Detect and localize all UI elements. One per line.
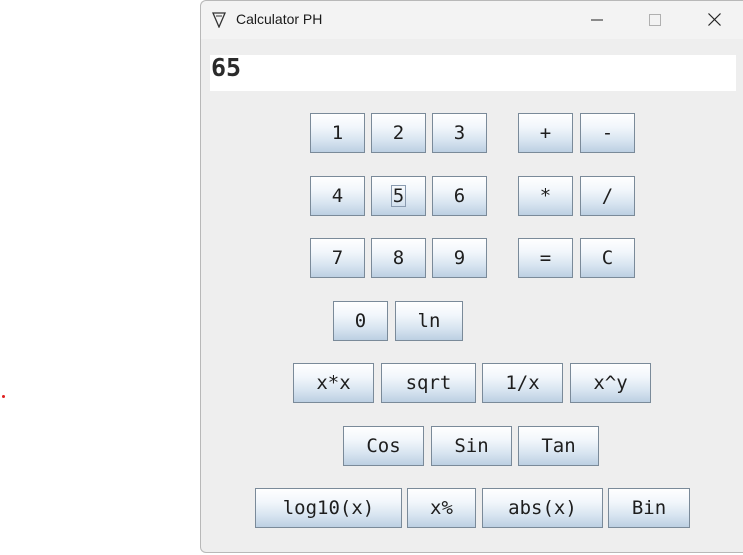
result-display[interactable]: 65: [210, 55, 736, 91]
digit-5-button[interactable]: 5: [371, 176, 426, 216]
digit-9-button[interactable]: 9: [432, 238, 487, 278]
cos-button[interactable]: Cos: [343, 426, 424, 466]
multiply-button[interactable]: *: [518, 176, 573, 216]
maximize-button[interactable]: [626, 1, 684, 39]
percent-button[interactable]: x%: [407, 488, 476, 528]
reciprocal-button[interactable]: 1/x: [482, 363, 563, 403]
digit-0-button[interactable]: 0: [333, 301, 388, 341]
digit-5-label: 5: [390, 185, 407, 207]
digit-1-button[interactable]: 1: [310, 113, 365, 153]
minimize-button[interactable]: [568, 1, 626, 39]
window-title: Calculator PH: [236, 11, 323, 27]
digit-8-button[interactable]: 8: [371, 238, 426, 278]
digit-2-button[interactable]: 2: [371, 113, 426, 153]
close-icon: [707, 11, 721, 30]
clear-button[interactable]: C: [580, 238, 635, 278]
bin-button[interactable]: Bin: [608, 488, 690, 528]
digit-3-button[interactable]: 3: [432, 113, 487, 153]
app-icon: [211, 12, 227, 29]
ln-button[interactable]: ln: [395, 301, 463, 341]
square-button[interactable]: x*x: [293, 363, 374, 403]
sin-button[interactable]: Sin: [431, 426, 512, 466]
log10-button[interactable]: log10(x): [255, 488, 402, 528]
stray-red-dot: [2, 395, 5, 398]
maximize-icon: [649, 11, 661, 30]
equals-button[interactable]: =: [518, 238, 573, 278]
digit-6-button[interactable]: 6: [432, 176, 487, 216]
minimize-icon: [591, 11, 603, 30]
abs-button[interactable]: abs(x): [482, 488, 603, 528]
minus-button[interactable]: -: [580, 113, 635, 153]
digit-4-button[interactable]: 4: [310, 176, 365, 216]
divide-button[interactable]: /: [580, 176, 635, 216]
sqrt-button[interactable]: sqrt: [381, 363, 476, 403]
calculator-window: Calculator PH 65 1 2 3 + - 4 5 6 * / 7 8…: [200, 0, 743, 553]
digit-7-button[interactable]: 7: [310, 238, 365, 278]
plus-button[interactable]: +: [518, 113, 573, 153]
tan-button[interactable]: Tan: [518, 426, 599, 466]
close-button[interactable]: [685, 1, 743, 39]
title-bar[interactable]: Calculator PH: [201, 1, 743, 39]
power-button[interactable]: x^y: [570, 363, 651, 403]
